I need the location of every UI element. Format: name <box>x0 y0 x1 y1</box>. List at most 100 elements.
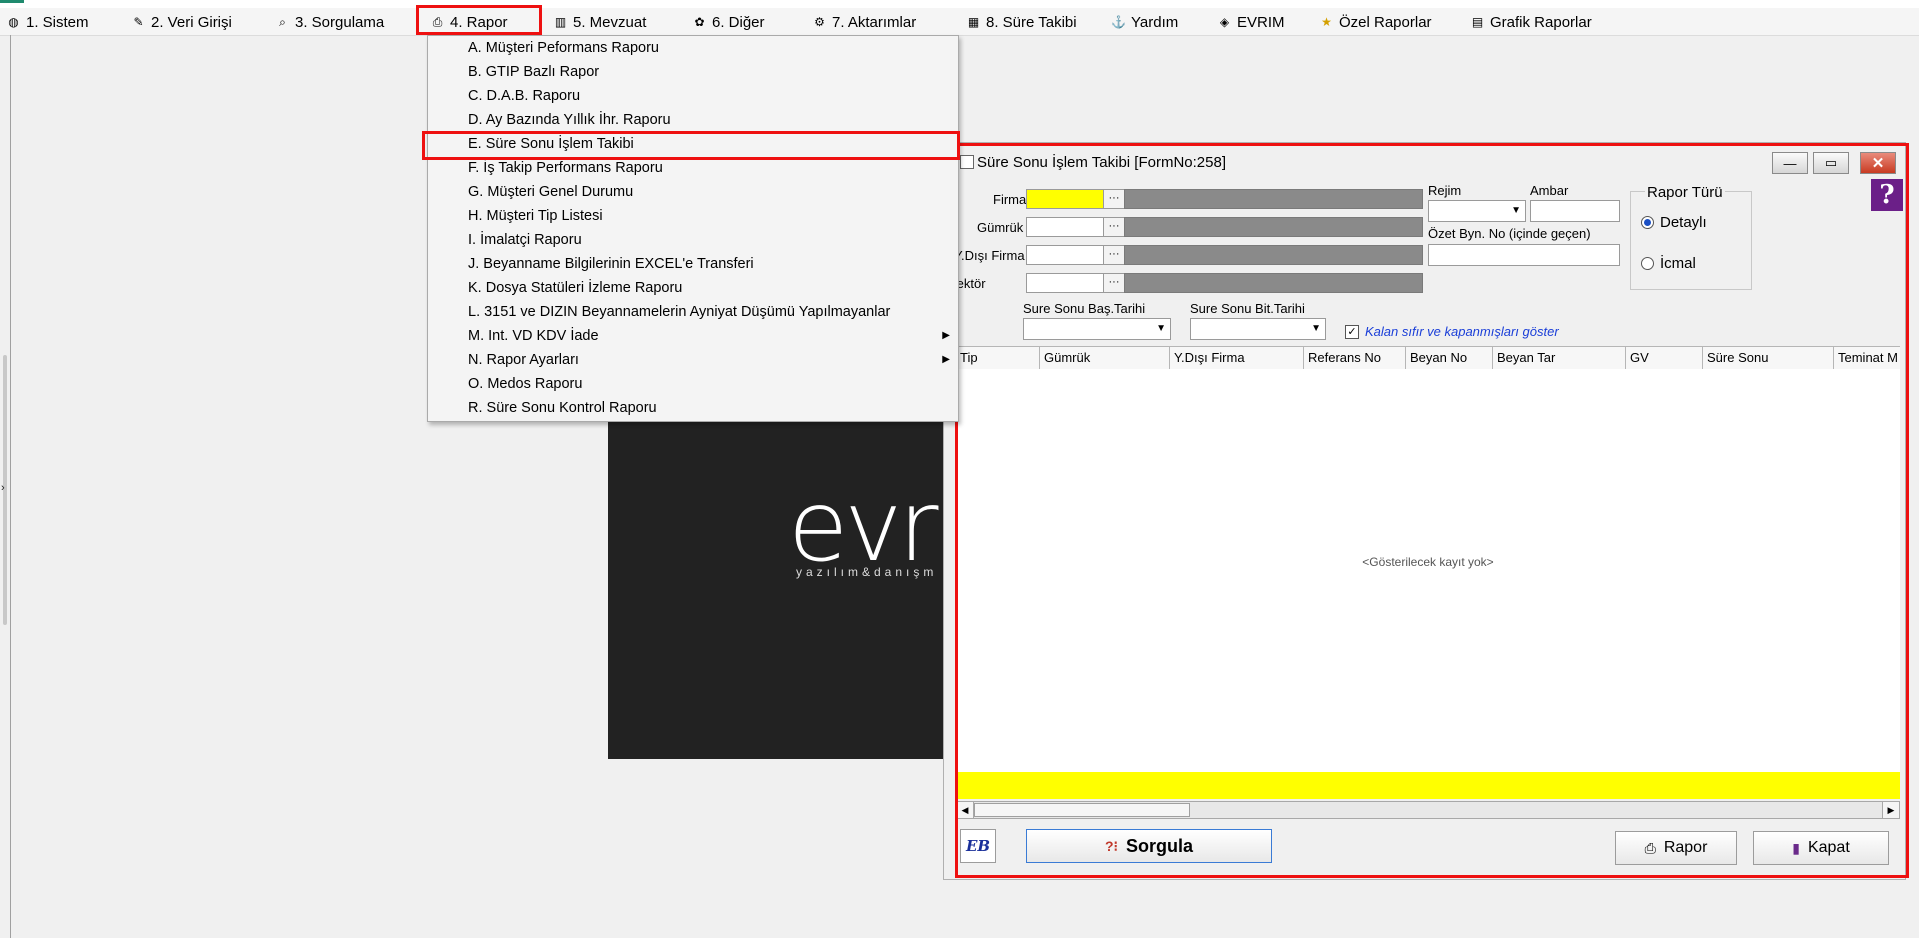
rejim-select[interactable]: ▼ <box>1428 200 1526 222</box>
checkbox-checked-icon: ✓ <box>1345 324 1359 339</box>
splash-logo-panel: evri yazılım&danışm <box>608 385 944 759</box>
star-icon: ★ <box>1321 14 1332 29</box>
help-icon: ⚓ <box>1111 14 1126 29</box>
menu-item-dab[interactable]: C. D.A.B. Raporu <box>468 84 950 108</box>
maximize-icon: ▭ <box>1824 155 1838 170</box>
ambar-input[interactable] <box>1530 200 1620 222</box>
book-icon: ◈ <box>1219 14 1230 29</box>
menu-sure-takibi[interactable]: ▦ 8. Süre Takibi <box>966 10 1077 34</box>
minimize-button[interactable]: — <box>1772 152 1808 174</box>
query-icon: ?⁝ <box>1104 837 1118 854</box>
submenu-arrow-icon: ▶ <box>942 330 950 341</box>
menu-ozel-raporlar[interactable]: ★ Özel Raporlar <box>1319 10 1431 34</box>
menu-yardim[interactable]: ⚓ Yardım <box>1111 10 1178 34</box>
radio-icmal[interactable]: İcmal <box>1641 255 1696 272</box>
selected-item-highlight <box>422 131 960 160</box>
submenu-arrow-icon: ▶ <box>942 354 950 365</box>
menu-item-medos[interactable]: O. Medos Raporu <box>468 372 950 396</box>
rapor-button[interactable]: ⎙ Rapor <box>1615 831 1737 865</box>
firma-label: Firma <box>993 192 1027 207</box>
menu-item-musteri-genel[interactable]: G. Müşteri Genel Durumu <box>468 180 950 204</box>
rapor-turu-group: Rapor Türü Detaylı İcmal <box>1630 184 1752 290</box>
radio-detayli[interactable]: Detaylı <box>1641 214 1707 231</box>
rapor-menu-highlight <box>416 5 542 35</box>
results-grid-body[interactable]: <Gösterilecek kayıt yok> <box>956 369 1900 772</box>
system-icon: ◍ <box>8 14 19 29</box>
gumruk-lookup-button[interactable]: ··· <box>1103 217 1125 237</box>
firma-input[interactable] <box>1026 189 1104 209</box>
ambar-label: Ambar <box>1530 183 1569 198</box>
col-gv[interactable]: GV <box>1626 347 1703 369</box>
eb-icon[interactable]: EB <box>960 829 996 863</box>
menu-item-3151-dizin[interactable]: L. 3151 ve DIZIN Beyannamelerin Ayniyat … <box>468 300 950 324</box>
ozet-byn-input[interactable] <box>1428 244 1620 266</box>
chevron-down-icon: ▼ <box>1156 323 1166 334</box>
kapat-button[interactable]: ▮ Kapat <box>1753 831 1889 865</box>
menu-sorgulama[interactable]: ⌕ 3. Sorgulama <box>275 10 384 34</box>
minimize-icon: — <box>1783 155 1797 171</box>
legislation-icon: ▥ <box>554 14 567 29</box>
menu-item-int-vd-kdv[interactable]: M. Int. VD KDV İade ▶ <box>468 324 950 348</box>
menu-item-imalatci[interactable]: I. İmalatçi Raporu <box>468 228 950 252</box>
horizontal-scrollbar[interactable]: ◀ ▶ <box>956 801 1900 819</box>
menu-diger[interactable]: ✿ 6. Diğer <box>692 10 764 34</box>
firma-name-display <box>1124 189 1423 209</box>
sure-sonu-bit-date[interactable]: ▼ <box>1190 318 1326 340</box>
grid-footer-bar <box>956 772 1900 799</box>
menu-item-gtip[interactable]: B. GTIP Bazlı Rapor <box>468 60 950 84</box>
menu-grafik-raporlar[interactable]: ▤ Grafik Raporlar <box>1470 10 1592 34</box>
expand-arrow-icon[interactable]: › <box>1 482 5 494</box>
menu-sistem[interactable]: ◍ 1. Sistem <box>6 10 88 34</box>
empty-grid-message: <Gösterilecek kayıt yok> <box>1362 555 1494 569</box>
menu-item-excel-transfer[interactable]: J. Beyanname Bilgilerinin EXCEL'e Transf… <box>468 252 950 276</box>
chevron-down-icon: ▼ <box>1511 205 1521 216</box>
scroll-thumb[interactable] <box>974 803 1190 817</box>
col-ydisi-firma[interactable]: Y.Dışı Firma <box>1170 347 1304 369</box>
menu-item-sure-sonu-kontrol[interactable]: R. Süre Sonu Kontrol Raporu <box>468 396 950 420</box>
menu-item-rapor-ayarlari[interactable]: N. Rapor Ayarları ▶ <box>468 348 950 372</box>
menubar: ◍ 1. Sistem ✎ 2. Veri Girişi ⌕ 3. Sorgulama… <box>0 8 1919 36</box>
gumruk-input[interactable] <box>1026 217 1104 237</box>
col-gumruk[interactable]: Gümrük <box>1040 347 1170 369</box>
rapor-turu-legend: Rapor Türü <box>1645 184 1725 201</box>
close-icon: ✕ <box>1871 155 1885 172</box>
window-title: Süre Sonu İşlem Takibi [FormNo:258] <box>977 154 1227 171</box>
scroll-right-icon[interactable]: ▶ <box>1882 802 1899 818</box>
query-icon: ⌕ <box>279 14 286 29</box>
radio-unselected-icon <box>1641 257 1654 270</box>
sektor-lookup-button[interactable]: ··· <box>1103 273 1125 293</box>
menu-item-musteri-tip[interactable]: H. Müşteri Tip Listesi <box>468 204 950 228</box>
ydisi-firma-lookup-button[interactable]: ··· <box>1103 245 1125 265</box>
sure-sonu-bit-label: Sure Sonu Bit.Tarihi <box>1190 301 1305 316</box>
col-beyan-no[interactable]: Beyan No <box>1406 347 1493 369</box>
printer-icon: ⎙ <box>1644 839 1656 856</box>
window-titlebar[interactable]: Süre Sonu İşlem Takibi [FormNo:258] — ▭ … <box>944 143 1905 183</box>
menu-veri-girisi[interactable]: ✎ 2. Veri Girişi <box>131 10 231 34</box>
menu-item-ay-bazinda[interactable]: D. Ay Bazında Yıllık İhr. Raporu <box>468 108 950 132</box>
col-beyan-tar[interactable]: Beyan Tar <box>1493 347 1626 369</box>
menu-aktarimlar[interactable]: ⚙ 7. Aktarımlar <box>812 10 916 34</box>
sorgula-button[interactable]: ?⁝ Sorgula <box>1026 829 1272 863</box>
close-button[interactable]: ✕ <box>1860 152 1896 174</box>
gumruk-label: Gümrük <box>977 220 1024 235</box>
sure-sonu-bas-date[interactable]: ▼ <box>1023 318 1171 340</box>
menu-item-musteri-performans[interactable]: A. Müşteri Peformans Raporu <box>468 36 950 60</box>
exit-door-icon: ▮ <box>1792 839 1800 856</box>
results-grid-header: Tip Gümrük Y.Dışı Firma Referans No Beya… <box>956 346 1900 370</box>
menu-mevzuat[interactable]: ▥ 5. Mevzuat <box>553 10 647 34</box>
sektor-input[interactable] <box>1026 273 1104 293</box>
question-help-icon[interactable]: ? <box>1871 179 1903 211</box>
menu-item-dosya-statuleri[interactable]: K. Dosya Statüleri İzleme Raporu <box>468 276 950 300</box>
ydisi-firma-input[interactable] <box>1026 245 1104 265</box>
sure-sonu-form-window: Süre Sonu İşlem Takibi [FormNo:258] — ▭ … <box>943 142 1906 880</box>
kalan-sifir-checkbox[interactable]: ✓ Kalan sıfır ve kapanmışları göster <box>1345 324 1559 339</box>
maximize-button[interactable]: ▭ <box>1813 152 1849 174</box>
menu-evrim[interactable]: ◈ EVRIM <box>1217 10 1285 34</box>
calendar-icon: ▦ <box>967 14 980 29</box>
col-referans-no[interactable]: Referans No <box>1304 347 1406 369</box>
firma-lookup-button[interactable]: ··· <box>1103 189 1125 209</box>
col-teminat[interactable]: Teminat M <box>1834 347 1900 369</box>
scroll-left-icon[interactable]: ◀ <box>957 802 974 818</box>
col-tip[interactable]: Tip <box>956 347 1040 369</box>
col-sure-sonu[interactable]: Süre Sonu <box>1703 347 1834 369</box>
